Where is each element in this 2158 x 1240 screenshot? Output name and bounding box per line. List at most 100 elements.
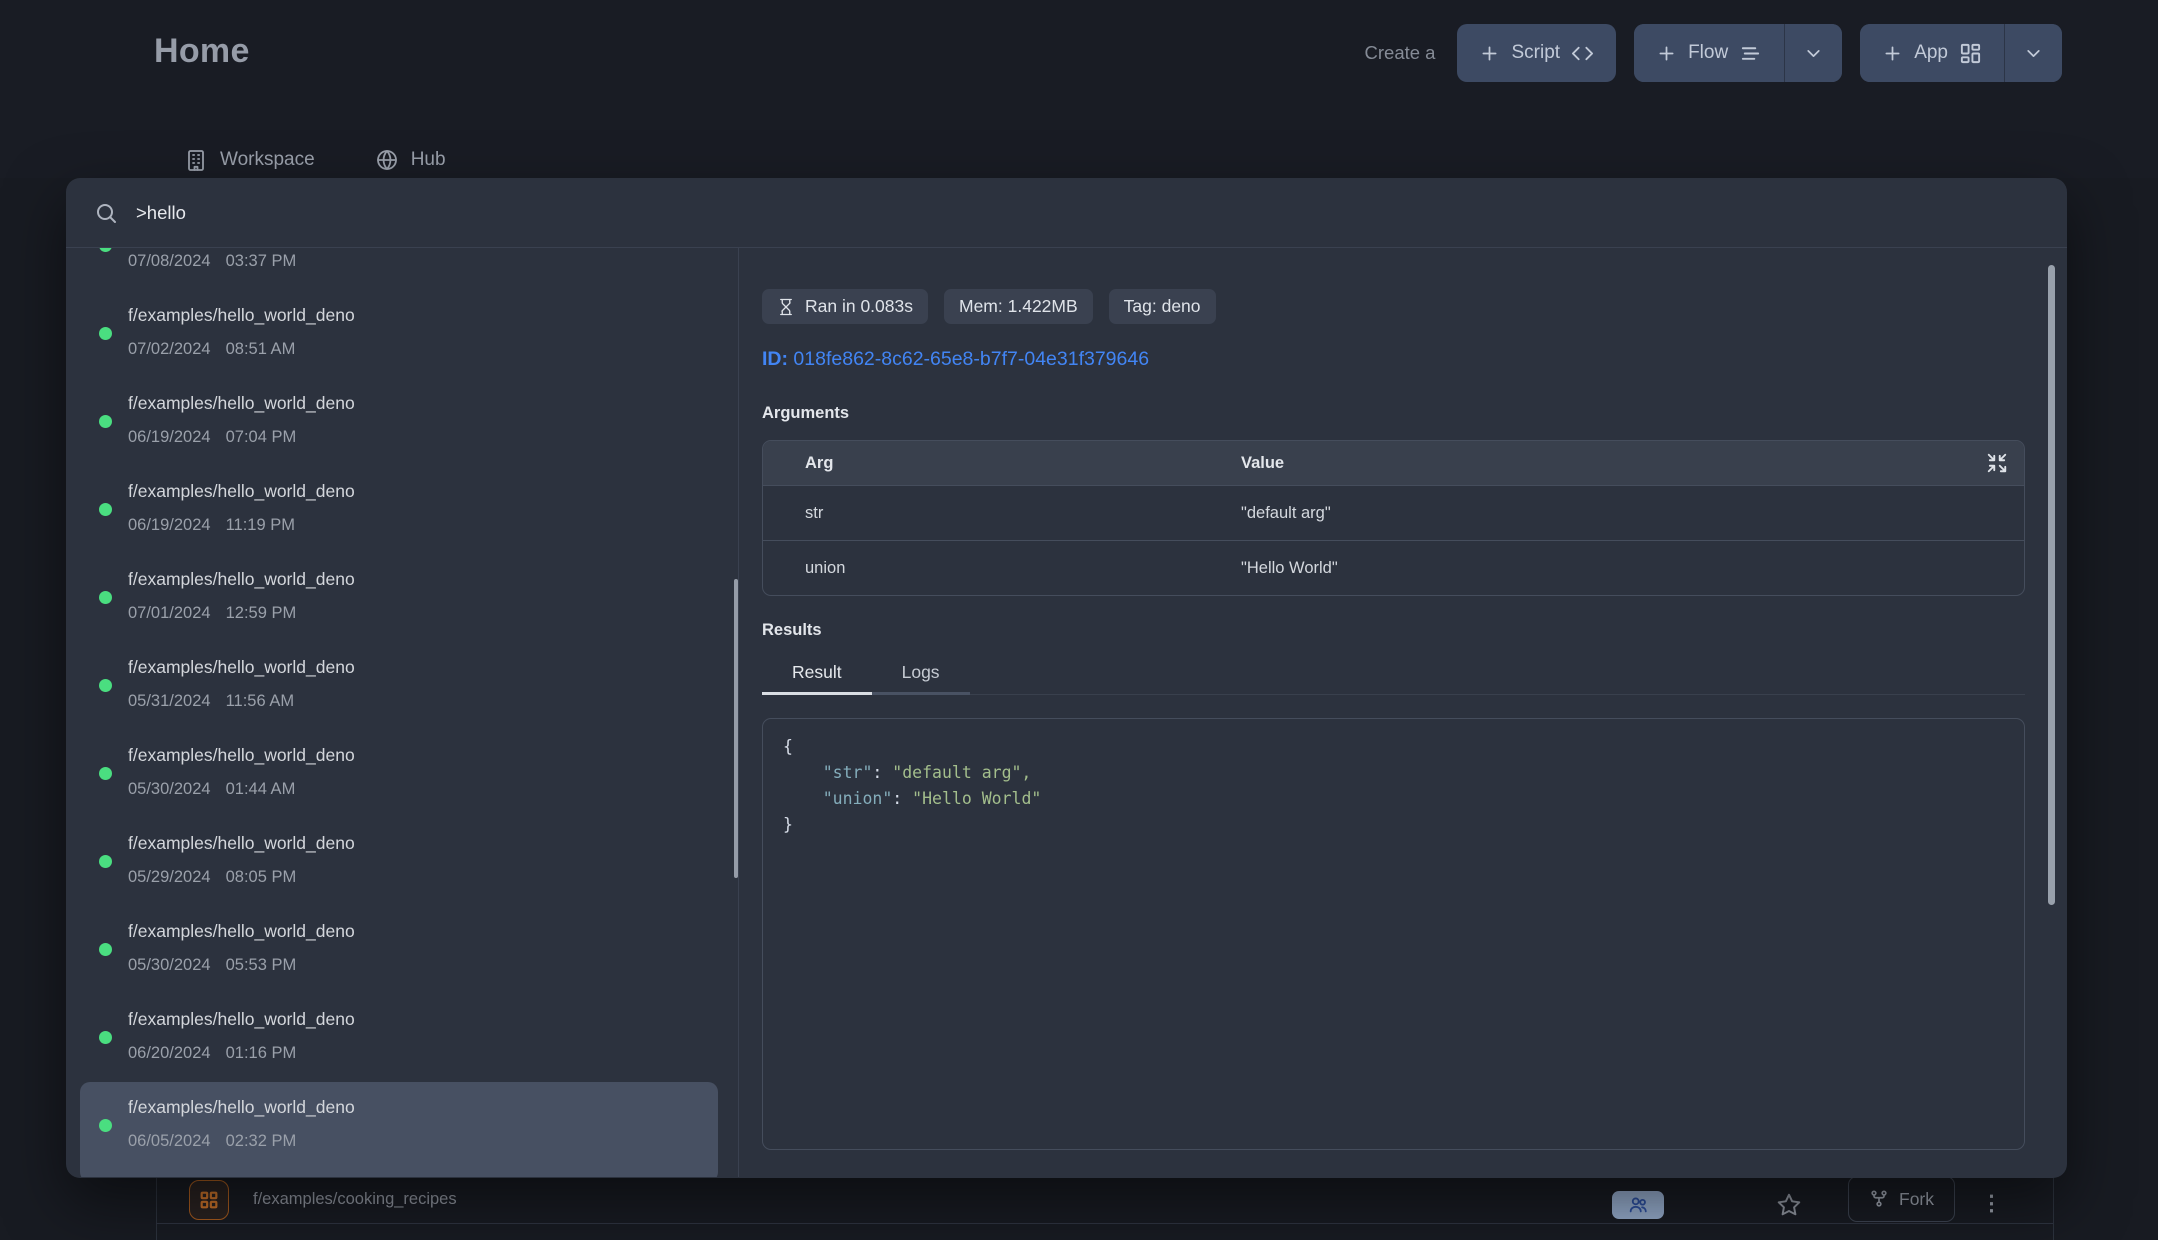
runtime-badge: Ran in 0.083s [762,289,928,324]
arg-value: "default arg" [1241,504,2024,523]
run-list-item-selected[interactable]: f/examples/hello_world_deno 06/05/202402… [80,1082,718,1177]
tab-workspace[interactable]: Workspace [184,148,315,172]
result-json: { "str": "default arg", "union": "Hello … [783,734,2004,838]
run-list: f/examples/hello_world_deno 07/08/202403… [66,248,738,1177]
fork-button[interactable]: Fork [1848,1176,1955,1222]
dashboard-icon [1959,42,1982,65]
run-list-item[interactable]: f/examples/hello_world_deno 05/29/2024 08… [80,818,718,904]
run-list-item[interactable]: f/examples/hello_world_deno 06/19/202407… [80,378,718,464]
run-date: 07/01/2024 [128,604,211,622]
run-list-item[interactable]: f/examples/hello_world_deno 07/01/202412… [80,554,718,640]
success-status-dot [99,943,112,956]
run-badges: Ran in 0.083s Mem: 1.422MB Tag: deno [762,289,2025,324]
fork-button-label: Fork [1899,1189,1934,1210]
run-time: 02:32 PM [226,1132,297,1150]
json-key: "str" [823,763,873,782]
palette-search-input[interactable] [136,202,2067,224]
arg-column-header: Arg [763,454,1241,473]
run-list-item[interactable]: f/examples/hello_world_deno 07/08/202403… [80,248,718,288]
run-datetime: 05/30/202405:53 PM [128,956,355,975]
result-json-viewer: { "str": "default arg", "union": "Hello … [762,718,2025,1150]
tab-hub-label: Hub [411,149,446,171]
run-datetime: 07/01/2024 12:59 PM [128,604,355,623]
create-script-label: Script [1511,42,1560,64]
create-flow-dropdown-button[interactable] [1785,24,1842,82]
run-time: 12:59 PM [226,604,297,622]
users-badge[interactable] [1612,1191,1664,1219]
run-date: 07/08/2024 [128,252,211,270]
run-list-item[interactable]: f/examples/hello_world_deno 05/30/202405… [80,906,718,992]
memory-badge: Mem: 1.422MB [944,289,1093,324]
run-path: f/examples/hello_world_deno [128,745,355,765]
create-app-dropdown-button[interactable] [2005,24,2062,82]
fork-icon [1869,1189,1889,1209]
favorite-star[interactable] [1776,1192,1802,1218]
run-time: 11:19 PM [226,516,295,534]
tab-result[interactable]: Result [762,662,872,695]
job-id-row: ID: 018fe862-8c62-65e8-b7f7-04e31f379646 [762,348,2025,371]
tab-hub[interactable]: Hub [375,148,446,172]
success-status-dot [99,767,112,780]
arg-name: union [763,559,1241,578]
run-time: 07:04 PM [226,428,297,446]
run-date: 06/20/2024 [128,1044,211,1062]
globe-icon [375,148,399,172]
run-datetime: 07/08/202403:37 PM [128,252,355,271]
run-datetime: 06/20/2024 01:16 PM [128,1044,355,1063]
tab-logs[interactable]: Logs [872,662,970,695]
table-row-divider [156,1223,2053,1224]
run-list-item[interactable]: f/examples/hello_world_deno 06/20/2024 01… [80,994,718,1080]
memory-badge-label: Mem: 1.422MB [959,296,1078,317]
create-button-row: Create a Script Flow App [1365,24,2062,82]
run-datetime: 05/30/202401:44 AM [128,780,355,799]
workspace-hub-tabs: Workspace Hub [184,148,446,172]
run-date: 06/19/2024 [128,516,211,534]
run-date: 06/05/2024 [128,1132,211,1150]
results-heading: Results [762,621,2025,640]
run-list-item[interactable]: f/examples/hello_world_deno 05/31/202411… [80,642,718,728]
create-flow-label: Flow [1688,42,1728,64]
chevron-down-icon [2023,43,2044,64]
kebab-menu-icon[interactable]: ⋮ [1981,1199,2002,1209]
job-id-link[interactable]: 018fe862-8c62-65e8-b7f7-04e31f379646 [793,348,1149,370]
run-path: f/examples/hello_world_deno [128,305,355,325]
run-list-scrollbar[interactable] [734,579,738,878]
run-list-item[interactable]: f/examples/hello_world_deno 05/30/202401… [80,730,718,816]
run-datetime: 06/19/202407:04 PM [128,428,355,447]
run-time: 01:16 PM [226,1044,297,1062]
palette-search-row [66,178,2067,248]
run-list-item[interactable]: f/examples/hello_world_deno 07/02/202408… [80,290,718,376]
run-path: f/examples/hello_world_deno [128,1009,355,1029]
runtime-badge-label: Ran in 0.083s [805,296,913,317]
run-detail-panel: Ran in 0.083s Mem: 1.422MB Tag: deno ID:… [739,248,2067,1177]
command-palette-modal: f/examples/hello_world_deno 07/08/202403… [66,178,2067,1178]
run-path: f/examples/hello_world_deno [128,921,355,941]
json-value: "default arg", [892,763,1031,782]
create-label: Create a [1365,42,1436,64]
create-script-button[interactable]: Script [1457,24,1616,82]
run-date: 05/29/2024 [128,868,211,886]
app-item-icon [189,1180,229,1220]
run-datetime: 06/05/2024 02:32 PM [128,1132,355,1151]
arg-name: str [763,504,1241,523]
flow-bars-icon [1739,42,1762,65]
code-icon [1571,42,1594,65]
star-icon [1776,1192,1802,1218]
app-item-path: f/examples/cooking_recipes [253,1190,457,1209]
run-datetime: 05/31/202411:56 AM [128,692,355,711]
create-app-button[interactable]: App [1860,24,2004,82]
app-item-actions: Fork ⋮ [1612,1176,2002,1222]
value-column-header: Value [1241,454,2024,473]
run-path: f/examples/hello_world_deno [128,481,355,501]
arguments-table: Arg Value str "default arg" union "Hello… [762,440,2025,596]
detail-scrollbar[interactable] [2048,265,2055,905]
run-date: 05/31/2024 [128,692,211,710]
expand-table-button[interactable] [1986,452,2008,474]
run-list-item[interactable]: f/examples/hello_world_deno 06/19/2024 11… [80,466,718,552]
run-time: 08:05 PM [226,868,297,886]
create-flow-button[interactable]: Flow [1634,24,1784,82]
users-icon [1627,1194,1649,1216]
plus-icon [1882,43,1903,64]
run-path: f/examples/hello_world_deno [128,833,355,853]
plus-icon [1656,43,1677,64]
